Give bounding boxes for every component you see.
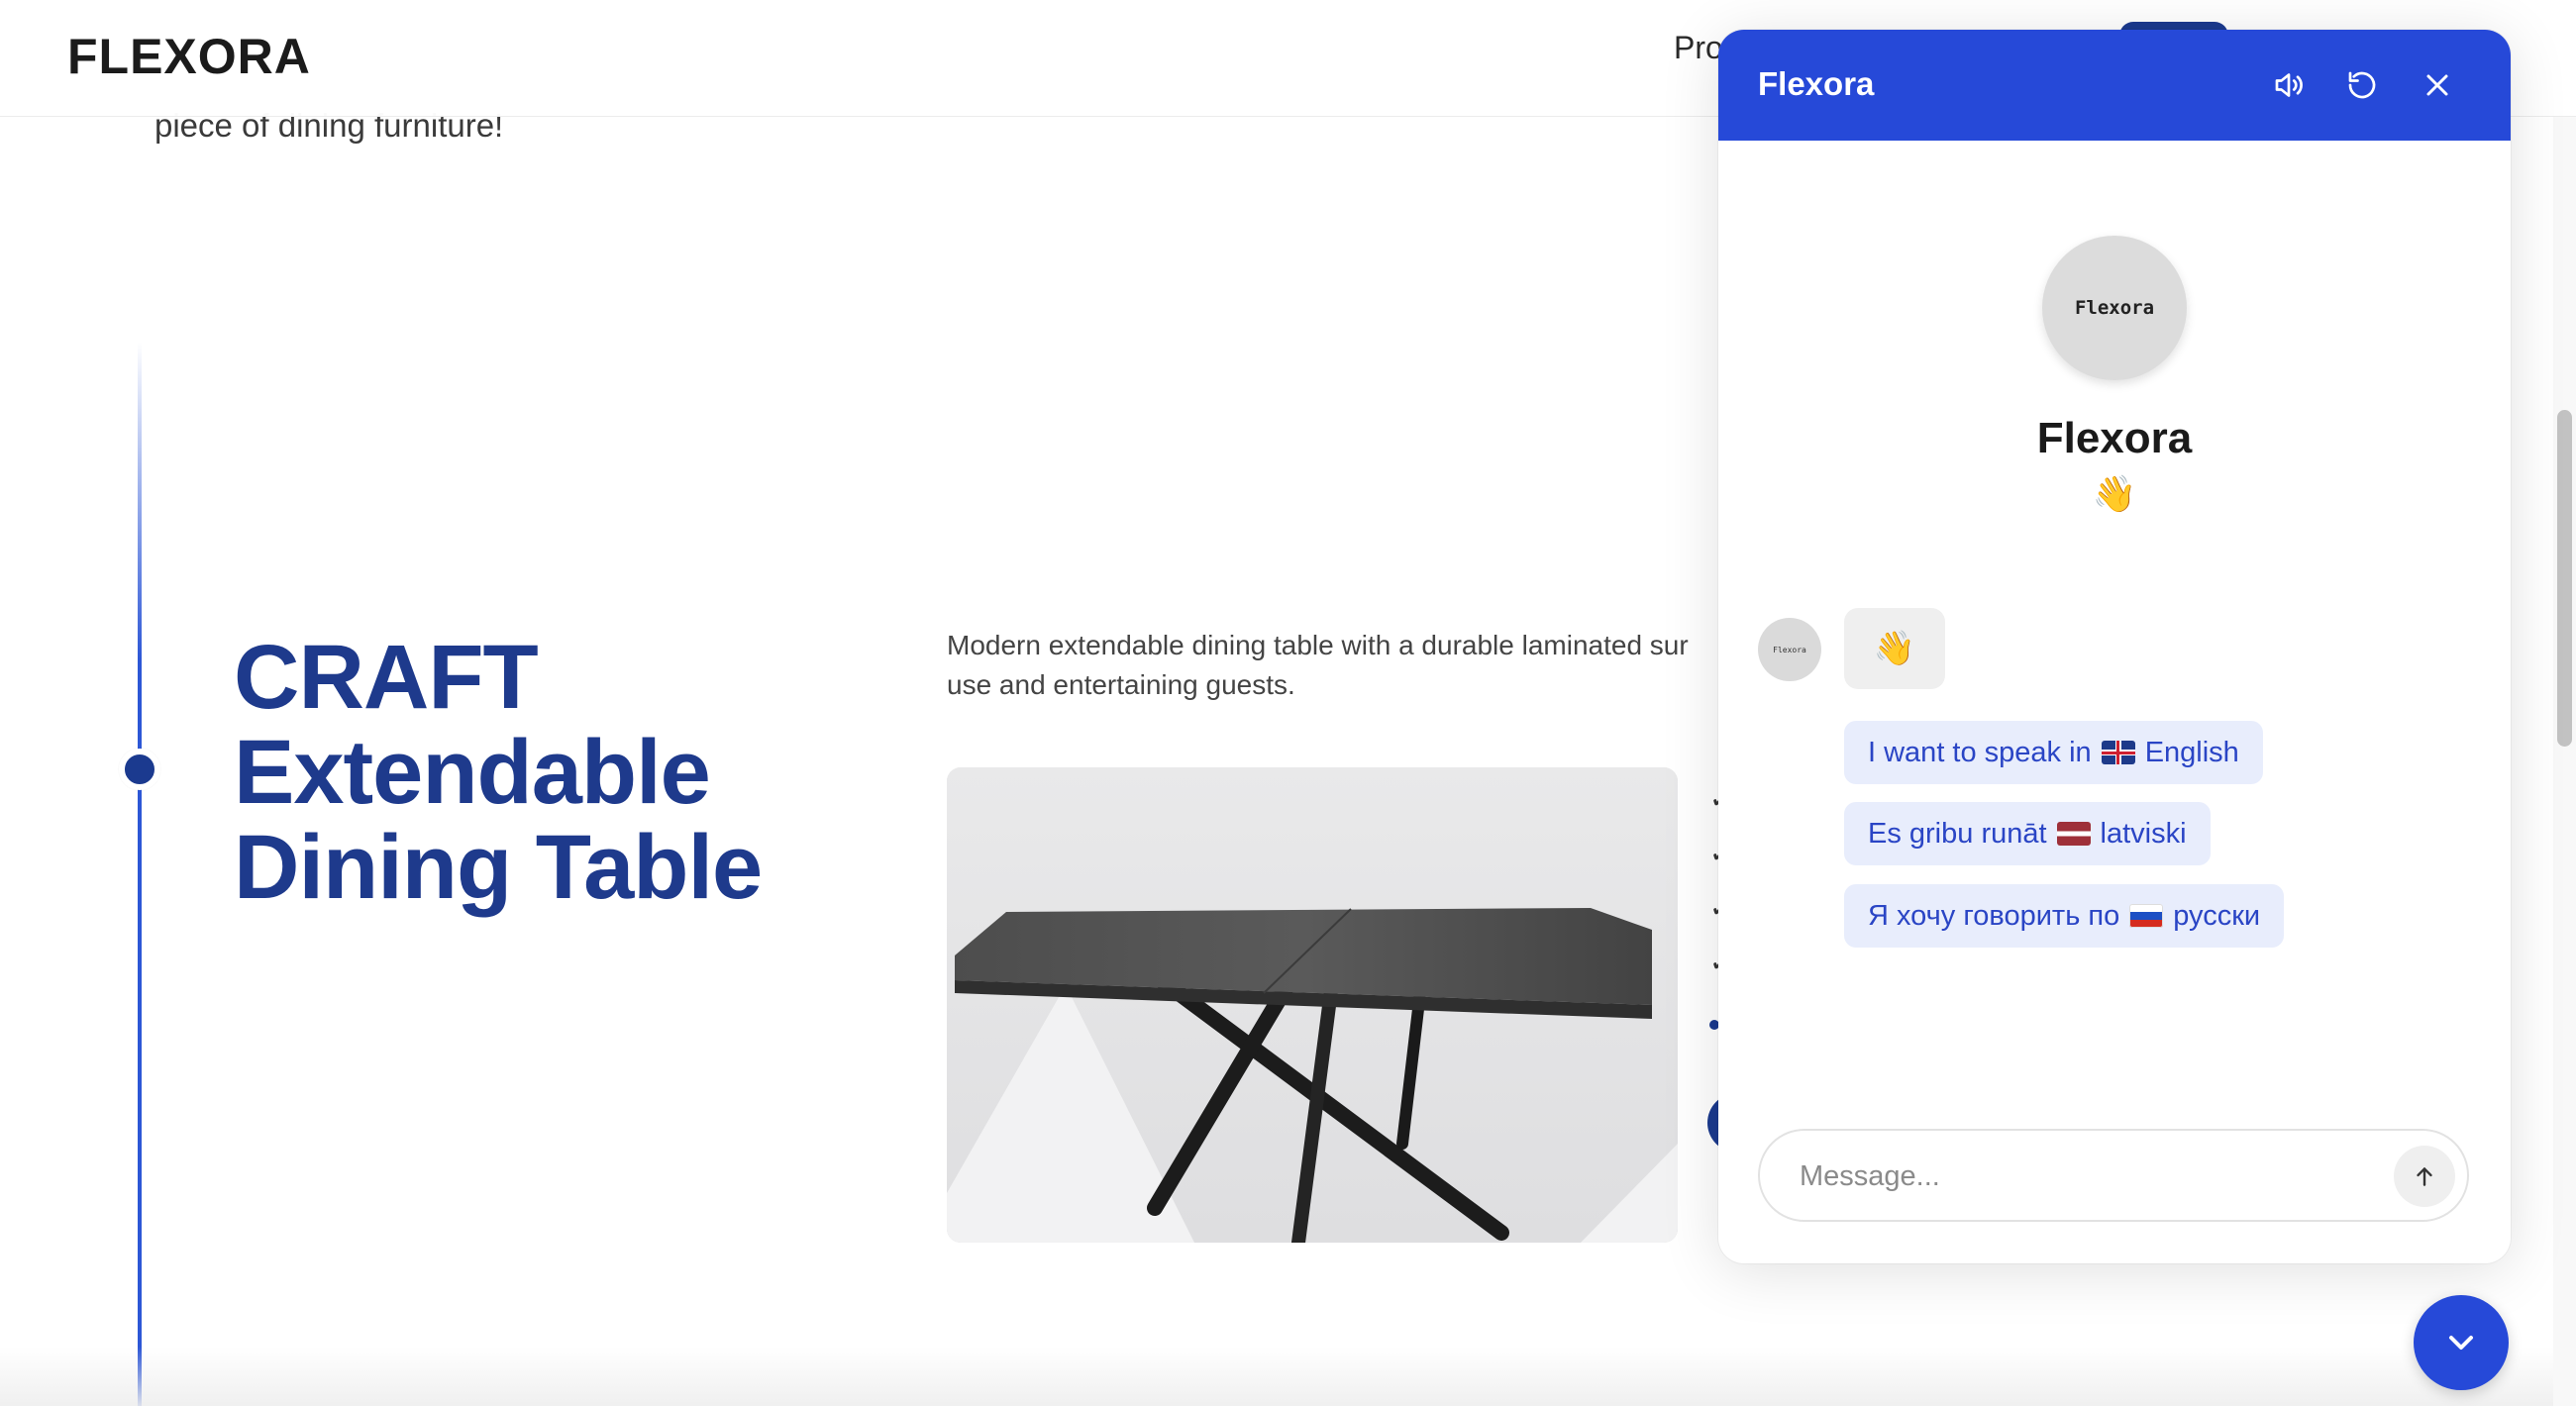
quick-reply-english[interactable]: I want to speak in English bbox=[1844, 721, 2263, 784]
bot-message-bubble: 👋 bbox=[1844, 608, 1945, 689]
speaker-icon[interactable] bbox=[2265, 61, 2313, 109]
quick-reply-text: Я хочу говорить по bbox=[1868, 899, 2120, 932]
chat-title: Flexora bbox=[1758, 65, 1875, 102]
quick-reply-text: I want to speak in bbox=[1868, 736, 2092, 768]
quick-reply-language: русски bbox=[2173, 899, 2261, 932]
greeting-emoji: 👋 bbox=[2092, 473, 2137, 514]
quick-reply-language: English bbox=[2144, 736, 2239, 768]
quick-reply-latvian[interactable]: Es gribu runāt latviski bbox=[1844, 802, 2211, 865]
product-description-line: use and entertaining guests. bbox=[947, 669, 1295, 700]
message-avatar: Flexora bbox=[1758, 618, 1821, 681]
product-title-line: Extendable bbox=[234, 722, 711, 823]
page: FLEXORA Pro piece of dining furniture! C… bbox=[0, 0, 2576, 1406]
bottom-fade bbox=[0, 1347, 2576, 1406]
refresh-icon[interactable] bbox=[2338, 61, 2386, 109]
product-title: CRAFT Extendable Dining Table bbox=[234, 627, 763, 918]
close-icon[interactable] bbox=[2414, 61, 2461, 109]
arrow-up-icon bbox=[2417, 1167, 2432, 1186]
page-scrollbar-thumb[interactable] bbox=[2557, 410, 2572, 747]
uk-flag-icon bbox=[2101, 741, 2135, 764]
product-description: Modern extendable dining table with a du… bbox=[947, 626, 1739, 705]
timeline-dot bbox=[119, 749, 160, 790]
chat-window: Flexora Flexora Flexora 👋 Flexora 👋 I wa… bbox=[1718, 30, 2511, 1263]
site-logo[interactable]: FLEXORA bbox=[67, 28, 311, 85]
timeline-line bbox=[138, 342, 142, 1406]
chat-launcher-button[interactable] bbox=[2414, 1295, 2509, 1390]
latvia-flag-icon bbox=[2056, 822, 2091, 846]
product-description-line: Modern extendable dining table with a du… bbox=[947, 630, 1689, 660]
quick-reply-russian[interactable]: Я хочу говорить по русски bbox=[1844, 884, 2285, 948]
russia-flag-icon bbox=[2129, 904, 2164, 928]
bot-name: Flexora bbox=[2036, 414, 2193, 462]
send-button[interactable] bbox=[2394, 1146, 2455, 1207]
quick-reply-text: Es gribu runāt bbox=[1868, 817, 2047, 850]
bot-avatar: Flexora bbox=[2042, 236, 2187, 380]
message-composer bbox=[1758, 1129, 2469, 1222]
nav-item-products[interactable]: Pro bbox=[1674, 30, 1723, 66]
product-image[interactable] bbox=[947, 767, 1678, 1243]
table-illustration bbox=[947, 767, 1678, 1243]
chevron-down-icon bbox=[2449, 1336, 2473, 1350]
chat-header: Flexora bbox=[1718, 30, 2511, 141]
message-input[interactable] bbox=[1800, 1155, 2354, 1198]
product-title-line: Dining Table bbox=[234, 817, 763, 918]
product-title-line: CRAFT bbox=[234, 627, 539, 728]
quick-reply-language: latviski bbox=[2100, 817, 2187, 850]
